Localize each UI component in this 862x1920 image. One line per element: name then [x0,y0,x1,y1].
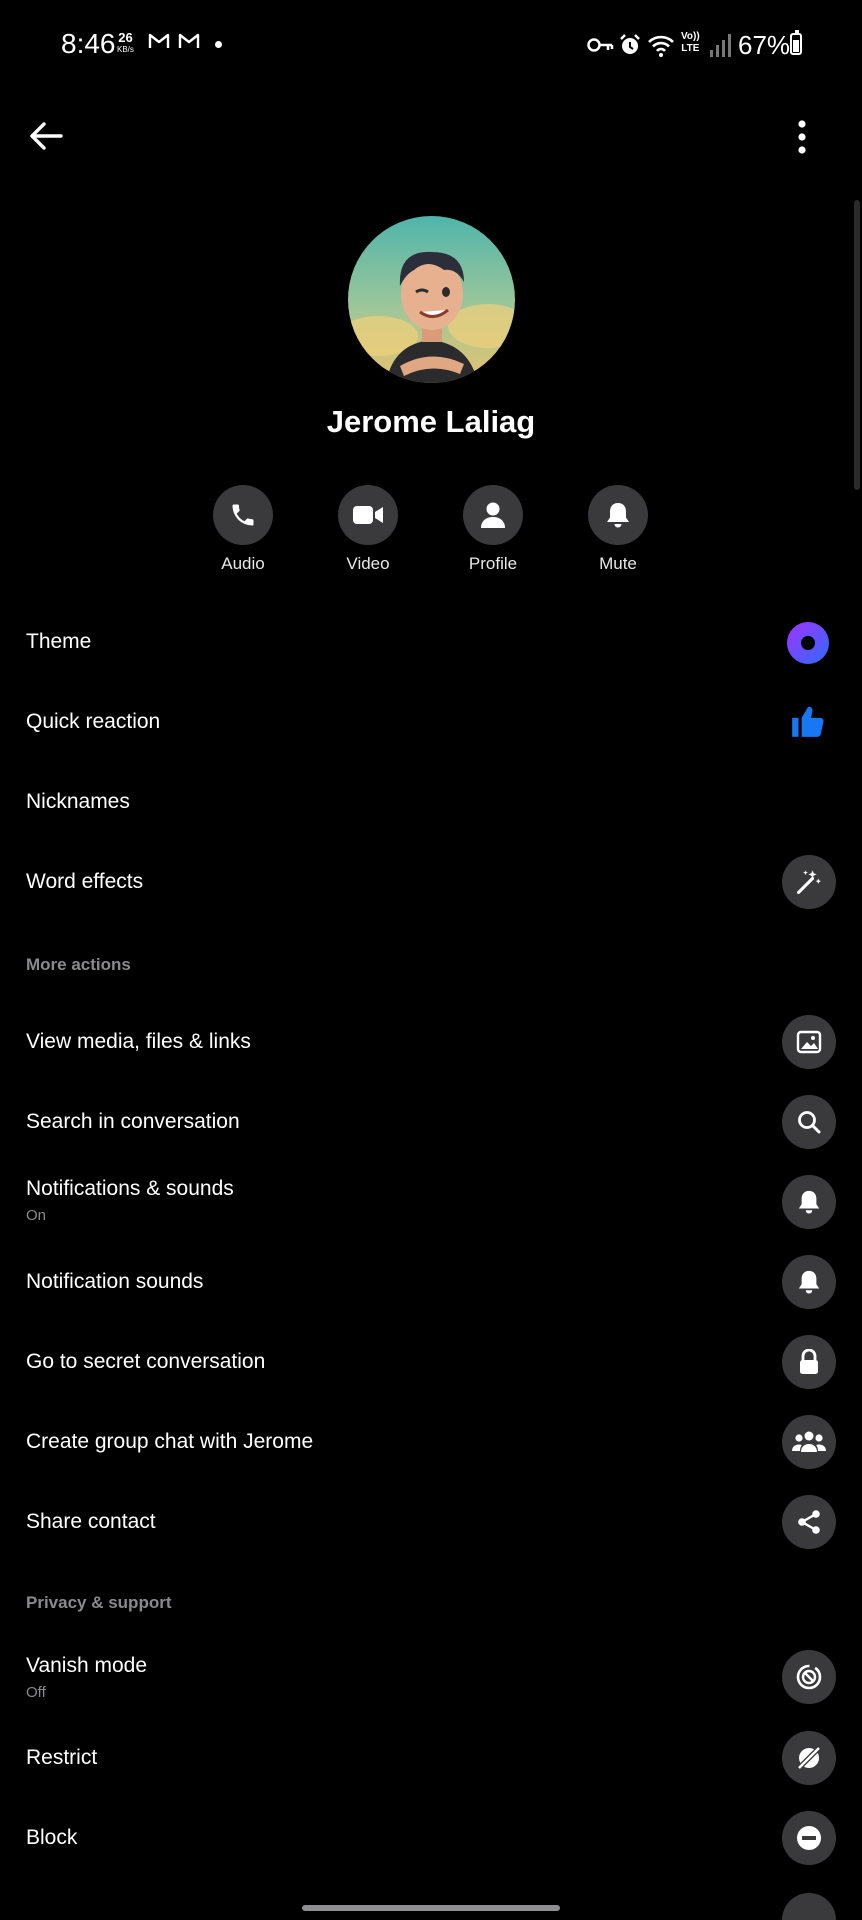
profile-name: Jerome Laliag [326,404,536,439]
vanish-mode-status: Off [26,1684,46,1701]
vanish-mode-row[interactable]: Vanish mode Off [0,1640,862,1720]
quick-reaction-row[interactable]: Quick reaction [0,690,862,754]
restrict-label: Restrict [26,1746,98,1769]
share-icon-circle [782,1495,836,1549]
avatar-illustration [348,216,515,383]
network-speed: 26 KB/s [117,30,134,54]
view-media-icon-circle [782,1015,836,1069]
share-icon [798,1510,820,1534]
restrict-icon [798,1747,820,1769]
create-group-label: Create group chat with Jerome [26,1430,314,1453]
mute-label: Mute [599,554,637,573]
lock-icon [800,1349,818,1374]
word-effects-label: Word effects [26,870,144,893]
quick-actions: Audio Video Profile Mute [0,485,862,575]
block-icon [797,1826,821,1850]
secret-conversation-label: Go to secret conversation [26,1350,266,1373]
audio-label: Audio [221,554,265,573]
vanish-mode-label: Vanish mode [26,1654,148,1677]
notification-dot [215,41,222,48]
share-contact-row[interactable]: Share contact [0,1490,862,1554]
notifications-status: On [26,1207,47,1224]
video-label: Video [346,554,390,573]
secret-conversation-row[interactable]: Go to secret conversation [0,1330,862,1394]
more-actions-title: More actions [26,955,131,974]
restrict-icon-circle [782,1731,836,1785]
magic-wand-icon [796,870,822,895]
share-contact-label: Share contact [26,1510,156,1533]
theme-label: Theme [26,630,92,653]
search-conversation-label: Search in conversation [26,1110,240,1133]
key-icon [587,38,614,52]
audio-call-button[interactable]: Audio [188,485,298,574]
create-group-row[interactable]: Create group chat with Jerome [0,1410,862,1474]
block-icon-circle [782,1811,836,1865]
gmail-icon [178,33,200,48]
signal-icon [710,34,731,57]
battery-icon [790,30,802,55]
view-media-row[interactable]: View media, files & links [0,1010,862,1074]
video-call-button[interactable]: Video [313,485,423,574]
gmail-icon [148,33,170,48]
block-row[interactable]: Block [0,1806,862,1870]
word-effects-icon-circle [782,855,836,909]
scrollbar[interactable] [854,200,860,490]
block-label: Block [26,1826,78,1849]
privacy-support-title: Privacy & support [26,1593,172,1612]
theme-dot-icon [787,622,829,664]
more-vertical-icon [798,120,806,154]
audio-call-circle [213,485,273,545]
avatar[interactable] [348,216,515,383]
mute-button[interactable]: Mute [563,485,673,574]
status-time: 8:46 [61,28,116,59]
thumbs-up-icon [792,706,824,737]
word-effects-row[interactable]: Word effects [0,850,862,914]
search-conversation-row[interactable]: Search in conversation [0,1090,862,1154]
bell-icon [798,1270,820,1294]
notification-sounds-icon-circle [782,1255,836,1309]
search-icon-circle [782,1095,836,1149]
battery-fill [793,39,799,52]
profile-label: Profile [468,554,518,573]
notification-sounds-label: Notification sounds [26,1270,204,1293]
video-camera-icon [353,506,383,524]
person-icon [481,502,505,528]
nicknames-row[interactable]: Nicknames [0,770,862,834]
group-icon [792,1431,826,1452]
status-bar: 8:46 26 KB/s Vo)) LTE 67% [0,0,862,90]
back-button[interactable] [24,114,68,158]
video-call-circle [338,485,398,545]
vanish-mode-icon [796,1664,822,1690]
restrict-row[interactable]: Restrict [0,1726,862,1790]
notifications-sounds-label: Notifications & sounds [26,1177,234,1200]
lock-icon-circle [782,1335,836,1389]
bell-icon [607,503,629,528]
search-icon [798,1111,821,1134]
notifications-icon-circle [782,1175,836,1229]
back-arrow-icon [30,122,63,150]
wifi-icon [648,35,674,57]
notification-sounds-row[interactable]: Notification sounds [0,1250,862,1314]
alarm-icon [620,34,640,54]
battery-percent: 67% [738,30,791,60]
image-icon [796,1030,822,1054]
group-icon-circle [782,1415,836,1469]
more-options-button[interactable] [780,112,824,162]
volte-indicator: Vo)) LTE [681,31,700,54]
next-row-icon-partial [782,1893,836,1920]
phone-icon [232,504,254,526]
home-indicator[interactable] [302,1905,560,1911]
quick-reaction-label: Quick reaction [26,710,161,733]
profile-circle [463,485,523,545]
bell-icon [798,1190,820,1214]
vanish-mode-icon-circle [782,1650,836,1704]
notifications-sounds-row[interactable]: Notifications & sounds On [0,1165,862,1245]
profile-button[interactable]: Profile [438,485,548,574]
mute-circle [588,485,648,545]
view-media-label: View media, files & links [26,1030,251,1053]
nicknames-label: Nicknames [26,790,130,813]
theme-row[interactable]: Theme [0,610,862,674]
